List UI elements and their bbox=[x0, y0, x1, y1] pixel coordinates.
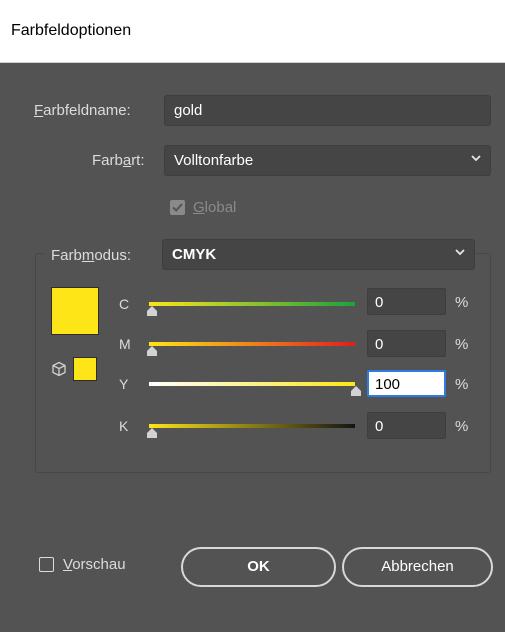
cancel-button[interactable]: Abbrechen bbox=[342, 547, 493, 587]
yellow-value-input[interactable]: 100 bbox=[367, 370, 446, 397]
magenta-percent-unit: % bbox=[455, 336, 469, 353]
black-value-input[interactable]: 0 bbox=[367, 412, 446, 439]
checkmark-icon bbox=[172, 203, 183, 212]
black-slider[interactable] bbox=[146, 419, 356, 443]
yellow-percent-unit: % bbox=[455, 376, 469, 393]
color-type-select[interactable]: Volltonfarbe bbox=[164, 145, 491, 176]
preview-checkbox[interactable] bbox=[39, 557, 54, 572]
yellow-slider-thumb[interactable] bbox=[350, 386, 362, 396]
magenta-slider-thumb[interactable] bbox=[146, 346, 158, 356]
magenta-slider[interactable] bbox=[146, 337, 356, 361]
chevron-down-icon bbox=[455, 249, 465, 256]
channel-y-label: Y bbox=[119, 376, 129, 392]
color-type-value: Volltonfarbe bbox=[174, 152, 254, 169]
swatch-options-dialog: Farbfeldoptionen Farbfeldname: gold Farb… bbox=[0, 0, 505, 632]
yellow-slider-track bbox=[149, 382, 355, 386]
black-percent-unit: % bbox=[455, 418, 469, 435]
color-mode-value: CMYK bbox=[172, 246, 217, 263]
black-slider-track bbox=[149, 424, 355, 428]
magenta-slider-track bbox=[149, 342, 355, 346]
dialog-title: Farbfeldoptionen bbox=[11, 22, 132, 39]
chevron-down-icon bbox=[471, 155, 481, 162]
global-label: Global bbox=[193, 199, 237, 216]
title-bar: Farbfeldoptionen bbox=[0, 0, 505, 63]
ok-button[interactable]: OK bbox=[181, 547, 336, 587]
color-mode-label: Farbmodus: bbox=[51, 247, 132, 264]
cyan-slider[interactable] bbox=[146, 297, 356, 321]
magenta-value-input[interactable]: 0 bbox=[367, 330, 446, 357]
black-slider-thumb[interactable] bbox=[146, 428, 158, 438]
swatch-name-input[interactable]: gold bbox=[164, 95, 491, 126]
swatch-name-value: gold bbox=[174, 102, 203, 119]
global-checkbox[interactable] bbox=[170, 200, 185, 215]
channel-m-label: M bbox=[119, 336, 131, 352]
cyan-slider-thumb[interactable] bbox=[146, 306, 158, 316]
color-type-label: Farbart: bbox=[92, 152, 145, 169]
color-preview-swatch bbox=[51, 287, 99, 335]
cyan-percent-unit: % bbox=[455, 294, 469, 311]
channel-c-label: C bbox=[119, 296, 130, 312]
yellow-slider[interactable] bbox=[146, 377, 361, 401]
channel-k-label: K bbox=[119, 418, 129, 434]
out-of-web-gamut-cube-icon[interactable] bbox=[51, 361, 67, 377]
cyan-value-input[interactable]: 0 bbox=[367, 288, 446, 315]
preview-label: Vorschau bbox=[63, 556, 126, 573]
cyan-slider-track bbox=[149, 302, 355, 306]
web-safe-color-swatch[interactable] bbox=[73, 357, 97, 381]
color-mode-select[interactable]: CMYK bbox=[162, 239, 475, 270]
swatch-name-label: Farbfeldname: bbox=[34, 102, 131, 119]
